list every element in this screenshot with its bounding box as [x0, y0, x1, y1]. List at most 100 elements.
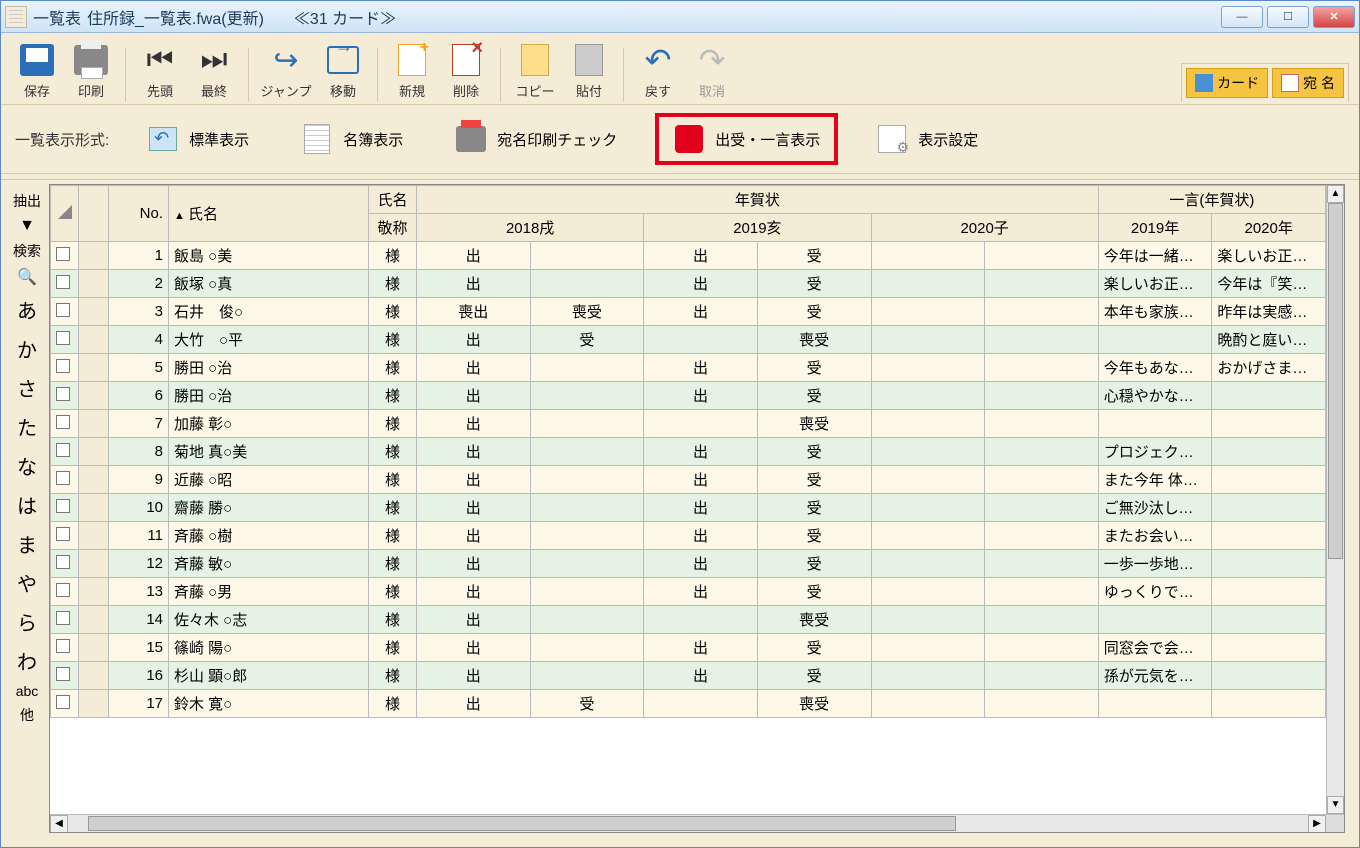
- cell-msg-2019[interactable]: またお会いできるときを...: [1098, 522, 1212, 550]
- cell-2019-in[interactable]: 受: [757, 466, 871, 494]
- cell-2018-in[interactable]: 喪受: [530, 298, 644, 326]
- sidebar-kana-ら[interactable]: ら: [17, 602, 37, 641]
- cell-2019-in[interactable]: 受: [757, 242, 871, 270]
- cell-2018-in[interactable]: [530, 634, 644, 662]
- header-2020[interactable]: 2020子: [871, 214, 1098, 242]
- cell-2020-out[interactable]: [871, 578, 985, 606]
- cell-honorific[interactable]: 様: [369, 270, 417, 298]
- cell-2018-out[interactable]: 出: [417, 242, 531, 270]
- cell-no[interactable]: 4: [109, 326, 169, 354]
- cell-no[interactable]: 3: [109, 298, 169, 326]
- cell-msg-2020[interactable]: [1212, 410, 1326, 438]
- header-msg-2020[interactable]: 2020年: [1212, 214, 1326, 242]
- cell-2020-out[interactable]: [871, 690, 985, 718]
- cell-2018-out[interactable]: 出: [417, 466, 531, 494]
- header-no[interactable]: No.: [109, 186, 169, 242]
- cell-2020-out[interactable]: [871, 634, 985, 662]
- cell-name[interactable]: 鈴木 寛○: [169, 690, 369, 718]
- scroll-left-button[interactable]: ◀: [50, 815, 68, 833]
- sidebar-extract[interactable]: 抽出: [5, 188, 49, 214]
- filter-icon[interactable]: ▼: [5, 214, 49, 238]
- row-checkbox[interactable]: [51, 494, 79, 522]
- cell-msg-2020[interactable]: [1212, 438, 1326, 466]
- cell-2020-out[interactable]: [871, 382, 985, 410]
- cell-no[interactable]: 9: [109, 466, 169, 494]
- cell-no[interactable]: 17: [109, 690, 169, 718]
- cell-2019-out[interactable]: 出: [644, 522, 758, 550]
- cell-honorific[interactable]: 様: [369, 690, 417, 718]
- vertical-scrollbar[interactable]: ▲ ▼: [1326, 185, 1344, 814]
- cell-2018-out[interactable]: 出: [417, 494, 531, 522]
- cell-2020-out[interactable]: [871, 270, 985, 298]
- cell-2020-in[interactable]: [985, 298, 1099, 326]
- cell-no[interactable]: 15: [109, 634, 169, 662]
- cell-2020-out[interactable]: [871, 410, 985, 438]
- cell-name[interactable]: 近藤 ○昭: [169, 466, 369, 494]
- scroll-down-button[interactable]: ▼: [1327, 796, 1344, 814]
- cell-name[interactable]: 斉藤 ○樹: [169, 522, 369, 550]
- cell-2020-out[interactable]: [871, 550, 985, 578]
- cell-2018-in[interactable]: [530, 382, 644, 410]
- cell-2018-out[interactable]: 出: [417, 690, 531, 718]
- sidebar-kana-や[interactable]: や: [17, 563, 37, 602]
- table-row[interactable]: 17鈴木 寛○様出受喪受: [51, 690, 1326, 718]
- table-row[interactable]: 1飯島 ○美様出出受今年は一緒にゴルフに...楽しいお正月をお過ごし...: [51, 242, 1326, 270]
- cell-no[interactable]: 10: [109, 494, 169, 522]
- row-checkbox[interactable]: [51, 270, 79, 298]
- cell-2019-in[interactable]: 受: [757, 438, 871, 466]
- grid-scroll-area[interactable]: No. 氏名 氏名 年賀状 一言(年賀状) 敬称 2018戌 2019亥 202…: [50, 185, 1326, 814]
- cell-no[interactable]: 11: [109, 522, 169, 550]
- cell-2020-in[interactable]: [985, 634, 1099, 662]
- cell-msg-2019[interactable]: 本年も家族ともどもよろ...: [1098, 298, 1212, 326]
- table-row[interactable]: 4大竹 ○平様出受喪受晩酌と庭いじりが最近の...: [51, 326, 1326, 354]
- cell-2018-out[interactable]: 出: [417, 438, 531, 466]
- scroll-up-button[interactable]: ▲: [1327, 185, 1344, 203]
- titlebar[interactable]: 一覧表 住所録_一覧表.fwa(更新) ≪31 カード≫ — ☐ ✕: [1, 1, 1359, 33]
- table-row[interactable]: 6勝田 ○治様出出受心穏やかな一年をお過...: [51, 382, 1326, 410]
- cell-2019-in[interactable]: 受: [757, 382, 871, 410]
- header-hon-top[interactable]: 氏名: [369, 186, 417, 214]
- table-row[interactable]: 5勝田 ○治様出出受今年もあなたらしく、素敵...おかげさまで元気にして...: [51, 354, 1326, 382]
- header-name[interactable]: 氏名: [169, 186, 369, 242]
- cell-msg-2019[interactable]: 孫が元気をくれます お...: [1098, 662, 1212, 690]
- cell-2018-out[interactable]: 出: [417, 662, 531, 690]
- cell-no[interactable]: 14: [109, 606, 169, 634]
- cell-name[interactable]: 勝田 ○治: [169, 354, 369, 382]
- cell-msg-2019[interactable]: [1098, 606, 1212, 634]
- cell-2019-out[interactable]: [644, 410, 758, 438]
- cell-msg-2020[interactable]: 晩酌と庭いじりが最近の...: [1212, 326, 1326, 354]
- scroll-thumb-v[interactable]: [1328, 203, 1343, 559]
- cell-2019-in[interactable]: 喪受: [757, 326, 871, 354]
- table-row[interactable]: 14佐々木 ○志様出喪受: [51, 606, 1326, 634]
- cell-no[interactable]: 5: [109, 354, 169, 382]
- cell-name[interactable]: 菊地 真○美: [169, 438, 369, 466]
- save-button[interactable]: 保存: [11, 39, 63, 102]
- cell-honorific[interactable]: 様: [369, 522, 417, 550]
- cell-msg-2019[interactable]: 今年は一緒にゴルフに...: [1098, 242, 1212, 270]
- cell-2019-out[interactable]: 出: [644, 298, 758, 326]
- cell-msg-2019[interactable]: 一歩一歩地に足をつけ...: [1098, 550, 1212, 578]
- header-msg[interactable]: 一言(年賀状): [1098, 186, 1325, 214]
- row-checkbox[interactable]: [51, 382, 79, 410]
- cell-2019-out[interactable]: 出: [644, 270, 758, 298]
- cell-name[interactable]: 加藤 彰○: [169, 410, 369, 438]
- header-honorific[interactable]: 敬称: [369, 214, 417, 242]
- cell-msg-2019[interactable]: [1098, 410, 1212, 438]
- cell-msg-2020[interactable]: [1212, 494, 1326, 522]
- cell-2020-in[interactable]: [985, 326, 1099, 354]
- row-checkbox[interactable]: [51, 550, 79, 578]
- cell-honorific[interactable]: 様: [369, 466, 417, 494]
- cell-2019-out[interactable]: 出: [644, 578, 758, 606]
- cell-2018-in[interactable]: [530, 550, 644, 578]
- cell-2018-in[interactable]: 受: [530, 690, 644, 718]
- cell-honorific[interactable]: 様: [369, 438, 417, 466]
- cell-msg-2020[interactable]: [1212, 550, 1326, 578]
- cell-2018-in[interactable]: [530, 606, 644, 634]
- cell-2019-out[interactable]: [644, 690, 758, 718]
- cell-2018-out[interactable]: 出: [417, 578, 531, 606]
- row-checkbox[interactable]: [51, 326, 79, 354]
- cell-2018-in[interactable]: [530, 522, 644, 550]
- table-row[interactable]: 7加藤 彰○様出喪受: [51, 410, 1326, 438]
- sidebar-other[interactable]: 他: [5, 702, 49, 728]
- cell-no[interactable]: 16: [109, 662, 169, 690]
